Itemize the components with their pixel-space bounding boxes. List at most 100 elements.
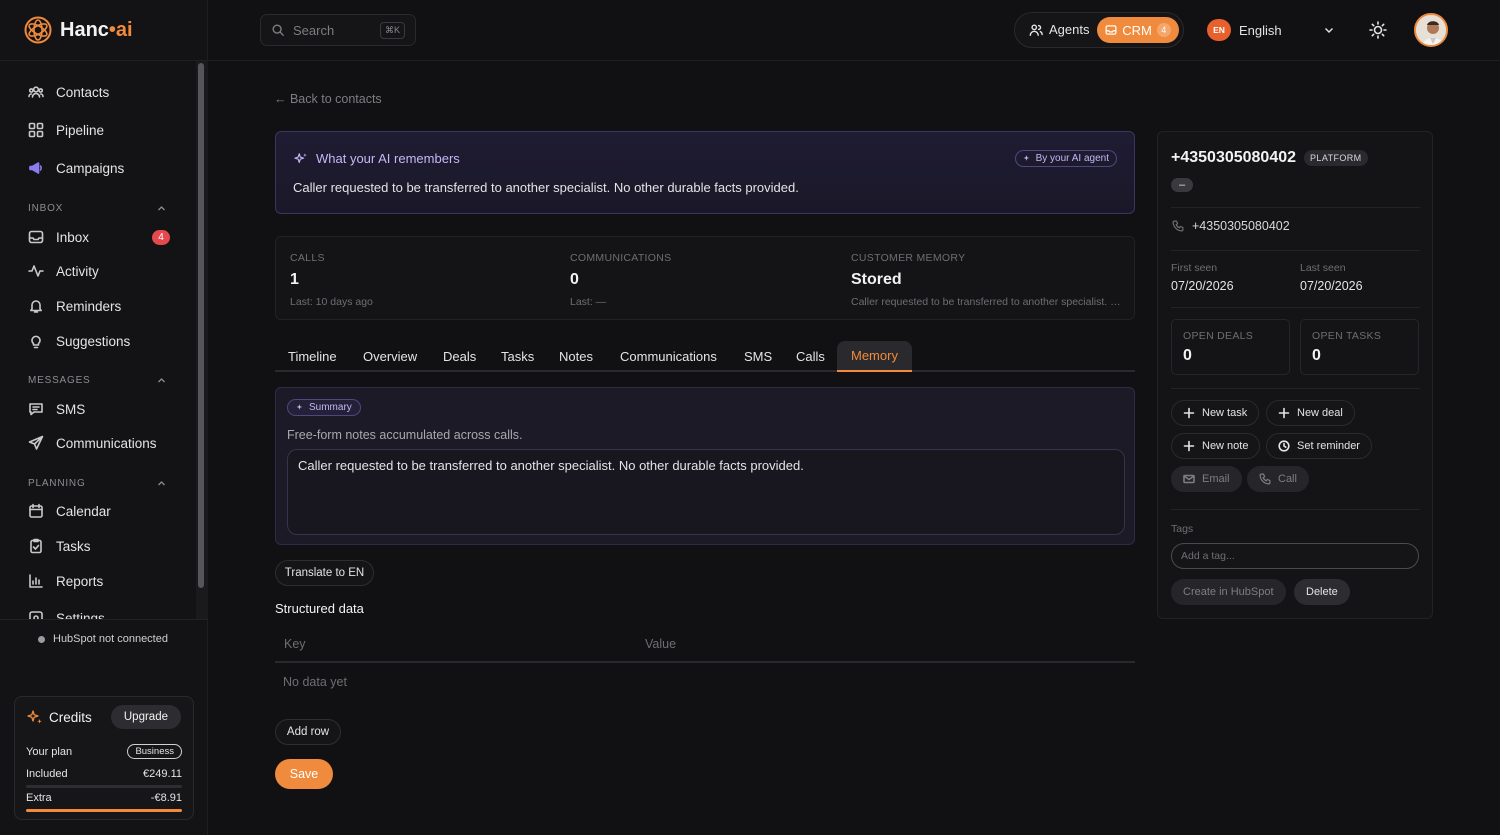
sidebar-item-reminders[interactable]: Reminders <box>28 295 170 317</box>
tab-communications[interactable]: Communications <box>620 341 717 371</box>
crm-toggle[interactable]: CRM 4 <box>1097 17 1179 43</box>
stats-card: CALLS 1 Last: 10 days ago COMMUNICATIONS… <box>275 236 1135 320</box>
chevron-up-icon <box>158 378 165 383</box>
tab-timeline[interactable]: Timeline <box>288 341 337 371</box>
sidebar-item-campaigns[interactable]: Campaigns <box>28 157 170 179</box>
first-seen: First seen 07/20/2026 <box>1171 262 1234 293</box>
tag-input[interactable]: Add a tag... <box>1171 543 1419 569</box>
sidebar: Hanc•ai Contacts Pipeline Campaigns INBO… <box>0 0 208 835</box>
calendar-icon <box>29 503 43 518</box>
sparkles-icon <box>27 710 42 724</box>
theme-toggle[interactable] <box>1369 21 1387 39</box>
stat-calls: CALLS 1 Last: 10 days ago <box>290 252 373 308</box>
section-inbox[interactable]: INBOX <box>28 203 166 214</box>
new-note-button[interactable]: New note <box>1171 433 1261 459</box>
language-select[interactable]: EN English <box>1207 19 1335 41</box>
tab-deals[interactable]: Deals <box>443 341 476 371</box>
send-icon <box>28 435 44 450</box>
hubspot-status: HubSpot not connected <box>38 633 168 645</box>
summary-chip: Summary <box>287 399 361 416</box>
avatar[interactable] <box>1414 13 1448 47</box>
key-column-header: Key <box>284 637 306 651</box>
app-logo[interactable]: Hanc•ai <box>24 16 133 44</box>
sidebar-item-calendar[interactable]: Calendar <box>28 500 170 522</box>
search-input[interactable]: Search ⌘K <box>260 14 416 46</box>
chevron-down-icon <box>1325 28 1333 33</box>
language-flag: EN <box>1207 19 1231 41</box>
phone-icon <box>1259 473 1271 485</box>
contact-phone-title: +4350305080402 PLATFORM <box>1171 149 1368 167</box>
section-messages[interactable]: MESSAGES <box>28 375 166 386</box>
structured-data-title: Structured data <box>275 601 364 616</box>
section-planning[interactable]: PLANNING <box>28 478 166 489</box>
user-icon <box>1029 23 1043 36</box>
new-task-button[interactable]: New task <box>1171 400 1260 426</box>
sidebar-item-inbox[interactable]: Inbox 4 <box>28 226 170 248</box>
chevron-up-icon <box>158 481 165 486</box>
megaphone-icon <box>29 162 42 174</box>
translate-button[interactable]: Translate to EN <box>275 560 374 586</box>
settings-icon <box>29 611 43 619</box>
create-in-hubspot-button[interactable]: Create in HubSpot <box>1171 579 1286 605</box>
contact-panel: +4350305080402 PLATFORM – +4350305080402… <box>1157 131 1433 619</box>
agents-toggle[interactable]: Agents <box>1029 22 1089 37</box>
tab-overview[interactable]: Overview <box>363 341 417 371</box>
summary-description: Free-form notes accumulated across calls… <box>287 428 523 442</box>
sidebar-item-settings[interactable]: Settings <box>28 607 170 619</box>
tab-sms[interactable]: SMS <box>744 341 772 371</box>
back-link[interactable]: ← Back to contacts <box>274 92 382 106</box>
included-row: Included €249.11 <box>26 768 182 780</box>
summary-card: Summary Free-form notes accumulated acro… <box>275 387 1135 545</box>
sidebar-item-activity[interactable]: Activity <box>28 260 170 282</box>
email-button[interactable]: Email <box>1171 466 1242 492</box>
save-button[interactable]: Save <box>275 759 333 789</box>
clipboard-check-icon <box>30 538 42 554</box>
status-pill[interactable]: – <box>1171 178 1193 192</box>
sidebar-item-suggestions[interactable]: Suggestions <box>28 330 170 352</box>
stat-communications: COMMUNICATIONS 0 Last: — <box>570 252 672 308</box>
add-row-button[interactable]: Add row <box>275 719 341 745</box>
credits-card: Credits Upgrade Your plan Business Inclu… <box>14 696 194 820</box>
sidebar-item-sms[interactable]: SMS <box>28 398 170 420</box>
value-column-header: Value <box>645 637 677 651</box>
upgrade-button[interactable]: Upgrade <box>110 705 181 729</box>
open-deals-box: OPEN DEALS 0 <box>1171 319 1290 375</box>
activity-icon <box>28 265 44 277</box>
plus-icon <box>1278 407 1290 419</box>
sun-icon <box>1369 21 1387 39</box>
sidebar-item-reports[interactable]: Reports <box>28 570 170 592</box>
sparkles-icon <box>294 152 307 163</box>
lightbulb-icon <box>31 335 41 349</box>
tab-calls[interactable]: Calls <box>796 341 825 371</box>
sidebar-item-contacts[interactable]: Contacts <box>28 81 170 103</box>
platform-badge: PLATFORM <box>1304 150 1368 166</box>
sidebar-scrollbar[interactable] <box>198 63 204 588</box>
bell-icon <box>30 300 42 313</box>
sidebar-item-tasks[interactable]: Tasks <box>28 535 170 557</box>
inbox-count-badge: 4 <box>152 229 170 245</box>
inbox-icon <box>28 230 44 244</box>
bar-chart-icon <box>29 574 43 588</box>
ai-agent-badge: By your AI agent <box>1014 150 1117 167</box>
call-button[interactable]: Call <box>1247 466 1309 492</box>
inbox-icon <box>1105 25 1117 35</box>
plus-icon <box>1183 440 1195 452</box>
last-seen: Last seen 07/20/2026 <box>1300 262 1363 293</box>
sidebar-item-pipeline[interactable]: Pipeline <box>28 119 170 141</box>
plan-row: Your plan Business <box>26 744 182 759</box>
tab-memory[interactable]: Memory <box>837 341 912 372</box>
plan-badge: Business <box>127 744 182 759</box>
tab-tasks[interactable]: Tasks <box>501 341 534 371</box>
chevron-up-icon <box>158 206 165 211</box>
tab-notes[interactable]: Notes <box>559 341 593 371</box>
open-tasks-box: OPEN TASKS 0 <box>1300 319 1419 375</box>
delete-button[interactable]: Delete <box>1294 579 1350 605</box>
sidebar-item-communications[interactable]: Communications <box>28 432 170 454</box>
summary-textarea[interactable]: Caller requested to be transferred to an… <box>287 449 1125 535</box>
crm-badge: 4 <box>1156 23 1171 37</box>
stat-customer-memory: CUSTOMER MEMORY Stored Caller requested … <box>851 252 1121 308</box>
set-reminder-button[interactable]: Set reminder <box>1266 433 1372 459</box>
new-deal-button[interactable]: New deal <box>1266 400 1355 426</box>
extra-progress <box>26 809 182 812</box>
contact-phone-row[interactable]: +4350305080402 <box>1172 219 1290 233</box>
